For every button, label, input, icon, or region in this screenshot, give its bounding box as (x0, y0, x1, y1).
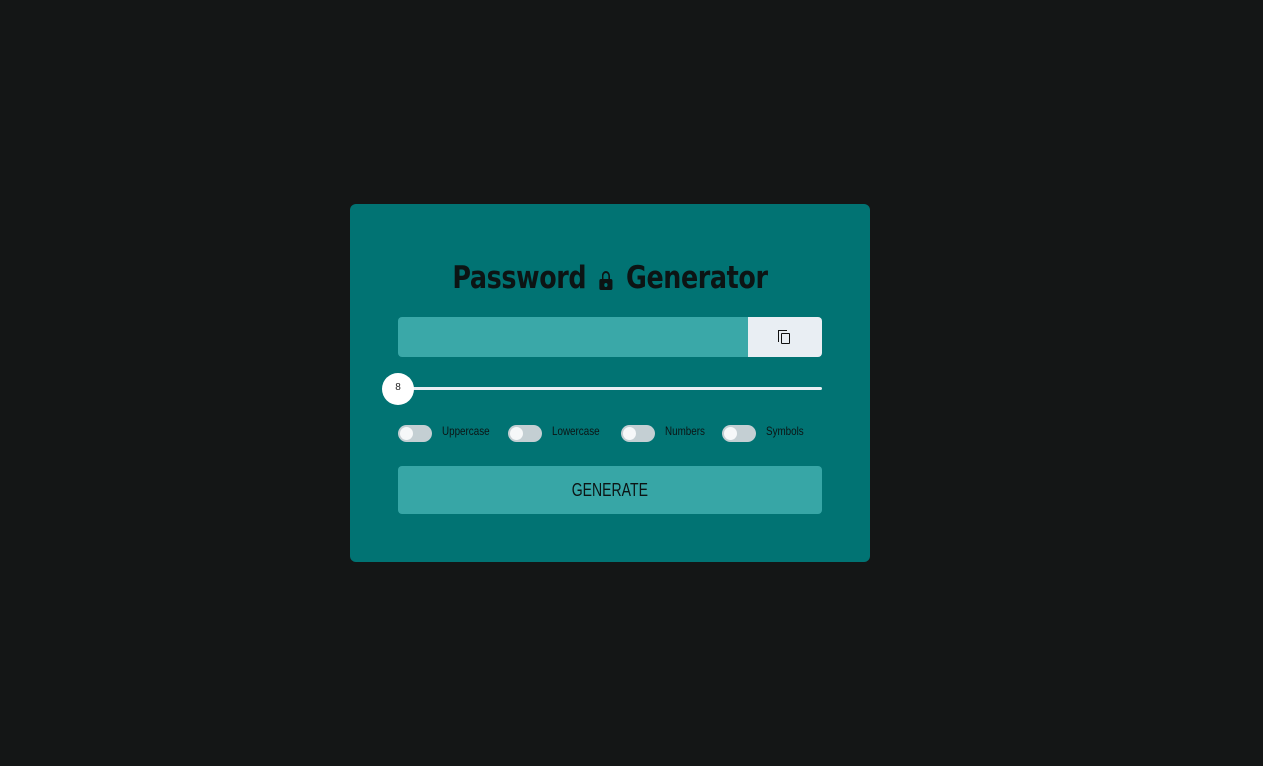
generate-button-label: GENERATE (571, 480, 649, 500)
lock-icon (599, 271, 613, 290)
numbers-label: Numbers (665, 424, 705, 438)
lowercase-label: Lowercase (552, 424, 600, 438)
page-title: Password Generator (397, 260, 823, 296)
title-word-generator: Generator (626, 260, 768, 296)
password-output-row (398, 317, 822, 357)
password-generator-card: Password Generator 8 Uppercase Lowercase (350, 204, 870, 562)
length-slider[interactable]: 8 (382, 373, 822, 405)
uppercase-switch[interactable] (398, 425, 432, 442)
title-word-password: Password (452, 260, 587, 296)
options-row: Uppercase Lowercase Numbers Symbols (398, 424, 828, 444)
length-slider-thumb[interactable]: 8 (382, 373, 414, 405)
lowercase-switch[interactable] (508, 425, 542, 442)
symbols-label: Symbols (766, 424, 804, 438)
password-output-field[interactable] (398, 317, 748, 357)
length-slider-track[interactable] (398, 387, 822, 390)
numbers-switch[interactable] (621, 425, 655, 442)
generate-button[interactable]: GENERATE (398, 466, 822, 514)
symbols-switch[interactable] (722, 425, 756, 442)
copy-icon (778, 330, 792, 345)
uppercase-label: Uppercase (442, 424, 490, 438)
copy-button[interactable] (748, 317, 822, 357)
